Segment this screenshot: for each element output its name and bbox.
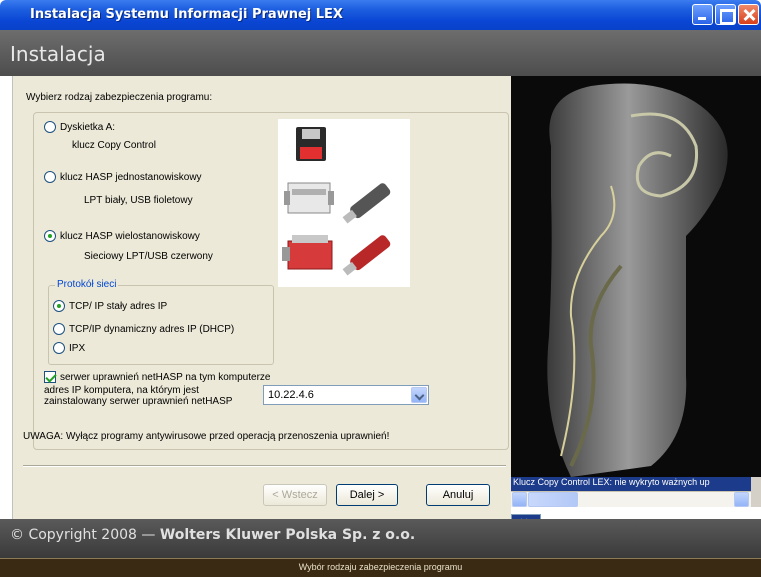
ip-address-combobox[interactable]: 10.22.4.6 xyxy=(263,385,429,405)
radio-tcpip-static[interactable]: TCP/ IP stały adres IP xyxy=(53,300,167,312)
radio-button-selected[interactable] xyxy=(44,230,56,242)
server-checkbox-row[interactable]: serwer uprawnień netHASP na tym komputer… xyxy=(44,371,270,383)
page-title: Instalacja xyxy=(10,42,106,66)
copyright: © Copyright 2008 — Wolters Kluwer Polska… xyxy=(10,527,415,543)
status-bar: Wybór rodzaju zabezpieczenia programu xyxy=(0,558,761,577)
radio-hasp-single[interactable]: klucz HASP jednostanowiskowy xyxy=(44,171,202,183)
key-status-text: Klucz Copy Control LEX: nie wykryto ważn… xyxy=(511,477,761,491)
radio-hasp-single-label: klucz HASP jednostanowiskowy xyxy=(60,171,202,183)
next-button[interactable]: Dalej > xyxy=(336,484,398,506)
scroll-left-button[interactable] xyxy=(512,492,527,507)
dropdown-arrow-icon[interactable] xyxy=(411,387,427,403)
radio-hasp-multi-detail: Sieciowy LPT/USB czerwony xyxy=(84,251,213,262)
copyright-company: Wolters Kluwer Polska Sp. z o.o. xyxy=(159,527,416,543)
antivirus-warning: UWAGA: Wyłącz programy antywirusowe prze… xyxy=(23,431,390,442)
close-button[interactable] xyxy=(738,4,759,25)
radio-button[interactable] xyxy=(53,342,65,354)
radio-ipx-label: IPX xyxy=(69,342,86,354)
radio-tcpip-dhcp-label: TCP/IP dynamiczny adres IP (DHCP) xyxy=(69,323,235,335)
page-header: Instalacja xyxy=(0,30,761,76)
server-checkbox-label: serwer uprawnień netHASP na tym komputer… xyxy=(60,371,271,383)
floppy-icon xyxy=(296,127,326,161)
radio-button[interactable] xyxy=(44,171,56,183)
status-bar-text: Wybór rodzaju zabezpieczenia programu xyxy=(298,562,463,572)
decorative-sculpture-image xyxy=(511,76,761,477)
window-titlebar: Instalacja Systemu Informacji Prawnej LE… xyxy=(0,0,761,30)
minimize-button[interactable] xyxy=(692,4,713,25)
divider xyxy=(23,465,506,467)
lpt-key-white-icon xyxy=(284,182,334,214)
lpt-key-red-icon xyxy=(282,235,333,270)
copyright-prefix: © Copyright 2008 — xyxy=(10,527,160,543)
protocol-legend: Protokół sieci xyxy=(55,279,119,290)
back-button[interactable]: < Wstecz xyxy=(263,484,327,506)
radio-tcpip-static-label: TCP/ IP stały adres IP xyxy=(69,300,168,312)
window-title: Instalacja Systemu Informacji Prawnej LE… xyxy=(30,7,343,22)
maximize-button[interactable] xyxy=(715,4,736,25)
radio-floppy[interactable]: Dyskietka A: xyxy=(44,121,115,133)
hardware-keys-image xyxy=(278,119,410,287)
radio-floppy-detail: klucz Copy Control xyxy=(72,140,156,151)
radio-floppy-label: Dyskietka A: xyxy=(60,121,116,133)
network-protocol-group: Protokół sieci TCP/ IP stały adres IP TC… xyxy=(48,279,274,365)
ip-label-line1: adres IP komputera, na którym jest xyxy=(44,385,199,396)
radio-ipx[interactable]: IPX xyxy=(53,342,85,354)
radio-hasp-single-detail: LPT biały, USB fioletowy xyxy=(84,195,193,206)
radio-button-selected[interactable] xyxy=(53,300,65,312)
usb-key-purple-icon xyxy=(342,183,391,224)
radio-button[interactable] xyxy=(53,323,65,335)
radio-button[interactable] xyxy=(44,121,56,133)
usb-key-red-icon xyxy=(342,235,391,276)
ip-address-value: 10.22.4.6 xyxy=(268,389,314,401)
radio-hasp-multi-label: klucz HASP wielostanowiskowy xyxy=(60,230,200,242)
scroll-vertical-arrows[interactable] xyxy=(751,477,761,507)
ip-label-line2: zainstalowany serwer uprawnień netHASP xyxy=(44,396,233,407)
cancel-button[interactable]: Anuluj xyxy=(426,484,490,506)
server-checkbox[interactable] xyxy=(44,371,56,383)
form-heading: Wybierz rodzaj zabezpieczenia programu: xyxy=(26,92,213,103)
scroll-right-button[interactable] xyxy=(734,492,749,507)
radio-hasp-multi[interactable]: klucz HASP wielostanowiskowy xyxy=(44,230,200,242)
form-panel: Wybierz rodzaj zabezpieczenia programu: … xyxy=(12,76,511,541)
scroll-thumb[interactable] xyxy=(528,492,578,507)
radio-tcpip-dhcp[interactable]: TCP/IP dynamiczny adres IP (DHCP) xyxy=(53,323,234,335)
